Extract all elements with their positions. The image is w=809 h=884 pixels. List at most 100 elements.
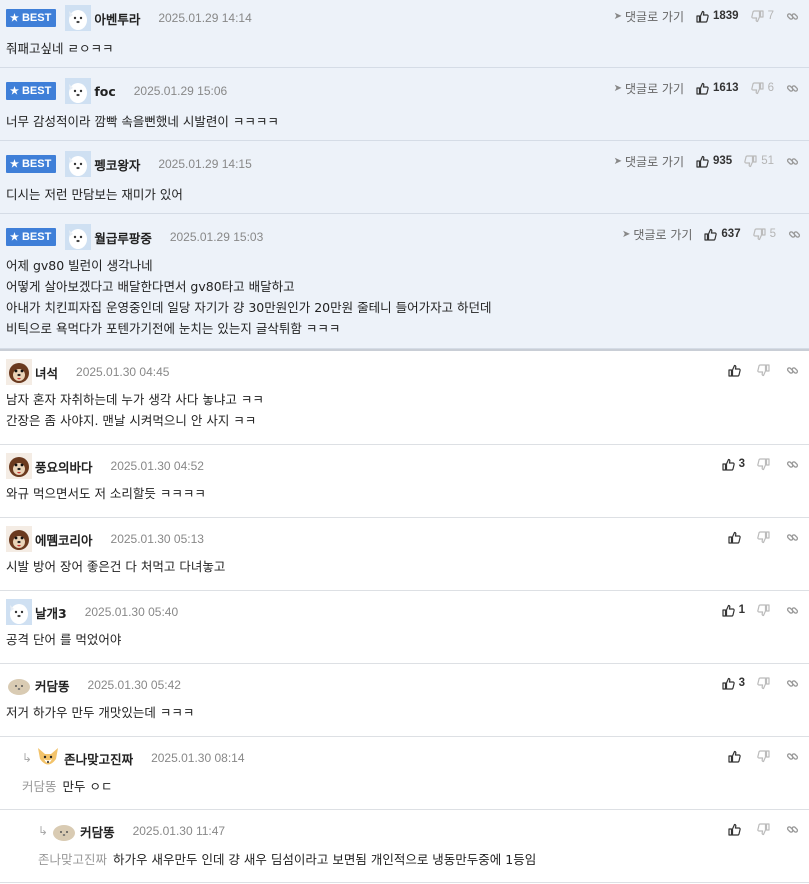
- avatar[interactable]: [6, 526, 32, 552]
- nickname[interactable]: 존나맞고진짜: [64, 749, 133, 768]
- comment-text: 커담똥 만두 ㅇㄷ: [22, 779, 113, 794]
- avatar[interactable]: [6, 359, 32, 385]
- downvote-button[interactable]: 51: [744, 154, 774, 168]
- comment: 녀석 2025.01.30 04:45 남자 혼자 자취하는데 누가 생각 사다…: [0, 351, 809, 445]
- comment-list: ★ BEST 아벤투라 2025.01.29 14:14 줘패고싶네 ㄹㅇㅋㅋ ➤…: [0, 0, 809, 883]
- avatar[interactable]: [6, 599, 32, 625]
- downvote-button[interactable]: 5: [752, 227, 776, 241]
- avatar[interactable]: [65, 5, 92, 31]
- upvote-button[interactable]: 3: [721, 677, 745, 690]
- reply-arrow-icon: ↳: [22, 751, 33, 765]
- thumbs-up-icon: [728, 531, 741, 544]
- comment-date: 2025.01.30 08:14: [151, 751, 245, 765]
- thumbs-down-icon: [757, 363, 770, 377]
- thumbs-up-icon: [704, 228, 718, 241]
- link-icon[interactable]: [786, 155, 799, 168]
- comment-date: 2025.01.30 11:47: [132, 824, 226, 838]
- thumbs-up-icon: [721, 604, 735, 617]
- thumbs-up-icon: [696, 10, 709, 23]
- upvote-button[interactable]: 3: [721, 458, 745, 471]
- nickname[interactable]: 녀석: [35, 363, 58, 382]
- upvote-button[interactable]: [728, 750, 745, 763]
- mention[interactable]: 존나맞고진짜: [38, 852, 107, 867]
- upvote-button[interactable]: [728, 364, 745, 377]
- nickname[interactable]: 커담똥: [35, 676, 70, 695]
- link-icon[interactable]: [786, 677, 799, 690]
- link-icon[interactable]: [786, 750, 799, 763]
- link-icon[interactable]: [786, 82, 799, 95]
- goto-comment-link[interactable]: ➤ 댓글로 가기: [614, 8, 684, 25]
- avatar[interactable]: [65, 224, 92, 250]
- downvote-button[interactable]: [757, 363, 774, 377]
- thumbs-down-icon: [757, 530, 770, 544]
- nickname[interactable]: 월급루팡중: [94, 228, 152, 247]
- nickname[interactable]: 아벤투라: [94, 9, 140, 28]
- comment-date: 2025.01.30 05:13: [110, 532, 204, 546]
- downvote-button[interactable]: [757, 530, 774, 544]
- goto-comment-link[interactable]: ➤ 댓글로 가기: [614, 80, 684, 97]
- comment-date: 2025.01.30 05:40: [84, 605, 179, 619]
- avatar[interactable]: [65, 151, 92, 177]
- nickname[interactable]: foc: [94, 84, 115, 99]
- comment-date: 2025.01.30 04:52: [110, 459, 204, 473]
- nickname[interactable]: 에뗌코리아: [35, 530, 93, 549]
- comment-text: 어제 gv80 빌런이 생각나네 어떻게 살아보겠다고 배달한다면서 gv80타…: [6, 258, 492, 336]
- link-icon[interactable]: [786, 531, 799, 544]
- send-arrow-icon: ➤: [613, 155, 622, 167]
- downvote-button[interactable]: [757, 749, 774, 763]
- reply-arrow-icon: ↳: [38, 824, 49, 838]
- comment-text: 와규 먹으면서도 저 소리할듯 ㅋㅋㅋㅋ: [6, 486, 206, 501]
- comment-text: 시발 방어 장어 좋은건 다 처먹고 다녀놓고: [6, 559, 226, 574]
- upvote-button[interactable]: 1839: [696, 10, 739, 23]
- link-icon[interactable]: [788, 228, 801, 241]
- nickname[interactable]: 커담똥: [80, 822, 115, 841]
- avatar[interactable]: [6, 453, 32, 479]
- send-arrow-icon: ➤: [622, 228, 631, 240]
- nickname[interactable]: 풍요의바다: [35, 457, 93, 476]
- comment-date: 2025.01.30 04:45: [76, 365, 170, 379]
- avatar[interactable]: [35, 745, 62, 771]
- send-arrow-icon: ➤: [613, 10, 622, 22]
- thumbs-up-icon: [696, 155, 709, 168]
- nickname[interactable]: 펭코왕자: [94, 155, 140, 174]
- thumbs-down-icon: [757, 457, 770, 471]
- comment-date: 2025.01.29 14:15: [158, 157, 252, 171]
- downvote-button[interactable]: [757, 676, 774, 690]
- thumbs-up-icon: [728, 750, 741, 763]
- goto-comment-link[interactable]: ➤ 댓글로 가기: [622, 226, 692, 243]
- link-icon[interactable]: [786, 823, 799, 836]
- goto-comment-link[interactable]: ➤ 댓글로 가기: [614, 153, 684, 170]
- upvote-button[interactable]: 637: [704, 228, 741, 241]
- star-icon: ★: [10, 85, 19, 97]
- thumbs-up-icon: [728, 364, 741, 377]
- downvote-button[interactable]: [757, 603, 774, 617]
- link-icon[interactable]: [786, 604, 799, 617]
- avatar[interactable]: [51, 818, 78, 844]
- avatar[interactable]: [65, 78, 92, 104]
- thumbs-up-icon: [721, 458, 735, 471]
- downvote-button[interactable]: 6: [750, 81, 774, 95]
- link-icon[interactable]: [786, 458, 799, 471]
- upvote-button[interactable]: 1: [721, 604, 745, 617]
- send-arrow-icon: ➤: [613, 82, 622, 94]
- comment-text: 남자 혼자 자취하는데 누가 생각 사다 놓냐고 ㅋㅋ 간장은 좀 사야지. 맨…: [6, 392, 264, 428]
- mention[interactable]: 커담똥: [22, 779, 57, 794]
- upvote-button[interactable]: 1613: [696, 82, 739, 95]
- best-comment: ★ BEST 펭코왕자 2025.01.29 14:15 디시는 저런 만담보는 …: [0, 141, 809, 214]
- downvote-button[interactable]: [757, 457, 774, 471]
- upvote-button[interactable]: [728, 531, 745, 544]
- comment-text: 너무 감성적이라 깜빡 속을뻔했네 시발련이 ㅋㅋㅋㅋ: [6, 114, 279, 129]
- avatar[interactable]: [6, 672, 32, 698]
- thumbs-down-icon: [757, 676, 770, 690]
- link-icon[interactable]: [786, 10, 799, 23]
- comment: 커담똥 2025.01.30 05:42 저거 하가우 만두 개맛있는데 ㅋㅋㅋ…: [0, 664, 809, 737]
- nickname[interactable]: 날개3: [35, 603, 67, 622]
- upvote-button[interactable]: [728, 823, 745, 836]
- upvote-button[interactable]: 935: [696, 155, 732, 168]
- downvote-button[interactable]: 7: [750, 9, 774, 23]
- star-icon: ★: [10, 231, 19, 243]
- comment-date: 2025.01.30 05:42: [87, 678, 181, 692]
- link-icon[interactable]: [786, 364, 799, 377]
- downvote-button[interactable]: [757, 822, 774, 836]
- best-comment: ★ BEST foc 2025.01.29 15:06 너무 감성적이라 깜빡 속…: [0, 68, 809, 141]
